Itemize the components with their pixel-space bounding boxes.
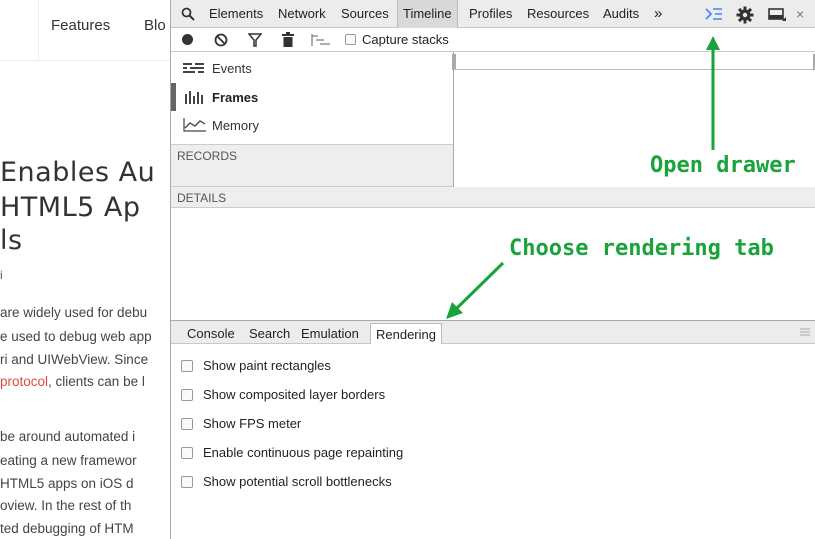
- annotation-choose-rendering: Choose rendering tab: [509, 236, 774, 261]
- arrow-rendering-tab: [453, 261, 505, 312]
- annotation-arrows: [446, 36, 720, 319]
- arrowhead-open-drawer: [706, 36, 720, 50]
- annotation-open-drawer: Open drawer: [650, 153, 796, 178]
